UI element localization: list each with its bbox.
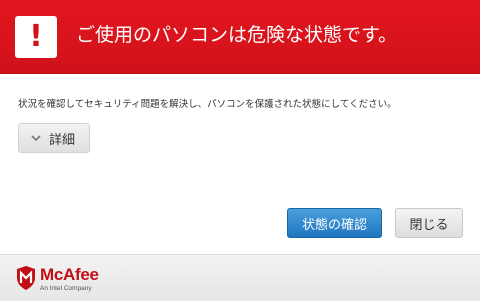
chevron-down-icon <box>31 135 41 142</box>
close-button[interactable]: 閉じる <box>395 208 463 238</box>
security-alert-dialog: ! ご使用のパソコンは危険な状態です。 状況を確認してセキュリティ問題を解決し、… <box>0 0 480 301</box>
details-button[interactable]: 詳細 <box>18 123 90 153</box>
footer: McAfee An Intel Company <box>0 254 480 301</box>
exclamation-icon: ! <box>15 16 57 58</box>
check-status-button[interactable]: 状態の確認 <box>287 208 382 238</box>
mcafee-shield-icon <box>17 266 35 290</box>
alert-message: 状況を確認してセキュリティ問題を解決し、パソコンを保護された状態にしてください。 <box>18 99 397 110</box>
alert-symbol: ! <box>29 19 43 54</box>
brand-name: McAfee <box>40 265 99 284</box>
alert-title: ご使用のパソコンは危険な状態です。 <box>76 24 398 46</box>
brand-tagline: An Intel Company <box>40 285 92 292</box>
details-label: 詳細 <box>49 132 76 148</box>
alert-header: ! ご使用のパソコンは危険な状態です。 <box>0 0 480 74</box>
